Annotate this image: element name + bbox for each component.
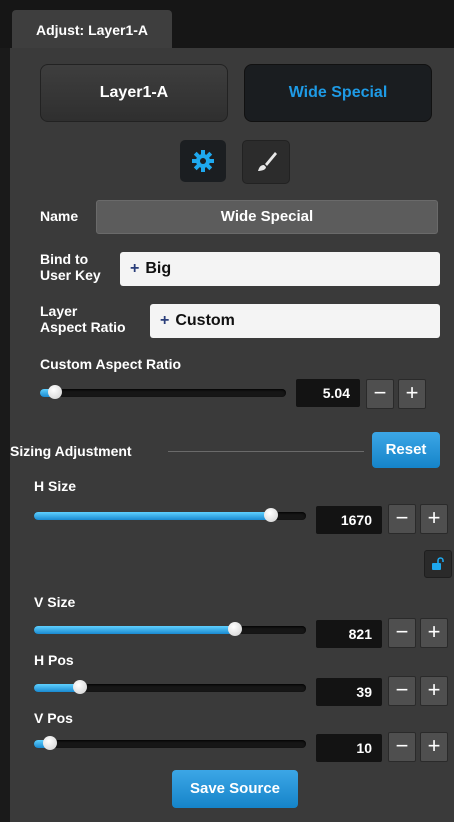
h-pos-label: H Pos	[34, 652, 74, 668]
save-source-button[interactable]: Save Source	[172, 770, 298, 808]
h-pos-increment[interactable]: +	[420, 676, 448, 706]
v-pos-handle[interactable]	[43, 736, 58, 750]
v-pos-increment[interactable]: +	[420, 732, 448, 762]
custom-aspect-slider[interactable]	[40, 385, 286, 399]
v-pos-slider[interactable]	[34, 736, 306, 750]
bind-label-line-2: User Key	[40, 267, 101, 283]
unlock-icon	[432, 557, 444, 570]
custom-aspect-value[interactable]: 5.04	[296, 379, 360, 407]
name-field[interactable]: Wide Special	[96, 200, 438, 234]
bind-label-line-1: Bind to	[40, 251, 89, 267]
custom-aspect-handle[interactable]	[47, 385, 62, 399]
sizing-adjustment-title: Sizing Adjustment	[10, 443, 132, 459]
v-size-value[interactable]: 821	[316, 620, 382, 648]
custom-aspect-increment[interactable]: +	[398, 379, 426, 409]
adjust-panel: Layer1-A Wide Special Name Wide Special …	[10, 48, 454, 822]
aspect-label-line-2: Aspect Ratio	[40, 319, 126, 335]
h-pos-handle[interactable]	[73, 680, 88, 694]
left-rail	[0, 48, 10, 822]
h-size-decrement[interactable]: −	[388, 504, 416, 534]
h-pos-decrement[interactable]: −	[388, 676, 416, 706]
aspect-ratio-select[interactable]: + Custom	[150, 304, 440, 338]
custom-aspect-label: Custom Aspect Ratio	[40, 356, 182, 372]
v-pos-value[interactable]: 10	[316, 734, 382, 762]
user-key-select[interactable]: + Big	[120, 252, 440, 286]
v-size-slider[interactable]	[34, 622, 306, 636]
source-button[interactable]: Wide Special	[244, 64, 432, 122]
h-pos-value[interactable]: 39	[316, 678, 382, 706]
tab-adjust-layer[interactable]: Adjust: Layer1-A	[12, 10, 172, 48]
h-size-value[interactable]: 1670	[316, 506, 382, 534]
v-pos-label: V Pos	[34, 710, 73, 726]
aspect-ratio-label: Layer Aspect Ratio	[40, 303, 126, 335]
v-size-increment[interactable]: +	[420, 618, 448, 648]
h-size-increment[interactable]: +	[420, 504, 448, 534]
gear-icon	[192, 150, 214, 172]
settings-tab-button[interactable]	[180, 140, 226, 182]
name-label: Name	[40, 208, 79, 224]
v-size-handle[interactable]	[228, 622, 243, 636]
reset-button[interactable]: Reset	[372, 432, 440, 468]
bind-user-key-label: Bind to User Key	[40, 251, 101, 283]
aspect-value: Custom	[175, 312, 235, 329]
v-size-decrement[interactable]: −	[388, 618, 416, 648]
aspect-lock-button[interactable]	[424, 550, 452, 578]
h-pos-slider[interactable]	[34, 680, 306, 694]
tab-bar: Adjust: Layer1-A	[0, 0, 454, 49]
aspect-plus: +	[160, 312, 170, 329]
adjust-window: Adjust: Layer1-A Layer1-A Wide Special N…	[0, 0, 454, 822]
h-size-label: H Size	[34, 478, 77, 494]
v-size-fill	[34, 626, 236, 634]
v-size-label: V Size	[34, 594, 76, 610]
aspect-label-line-1: Layer	[40, 303, 78, 319]
h-size-slider[interactable]	[34, 508, 306, 522]
h-size-fill	[34, 512, 271, 520]
v-pos-decrement[interactable]: −	[388, 732, 416, 762]
user-key-plus: +	[130, 260, 140, 277]
custom-aspect-decrement[interactable]: −	[366, 379, 394, 409]
paintbrush-icon	[258, 152, 277, 171]
style-tab-button[interactable]	[242, 140, 290, 184]
user-key-value: Big	[145, 260, 172, 277]
sizing-divider	[168, 451, 364, 452]
layer-button[interactable]: Layer1-A	[40, 64, 228, 122]
h-size-handle[interactable]	[263, 508, 278, 522]
